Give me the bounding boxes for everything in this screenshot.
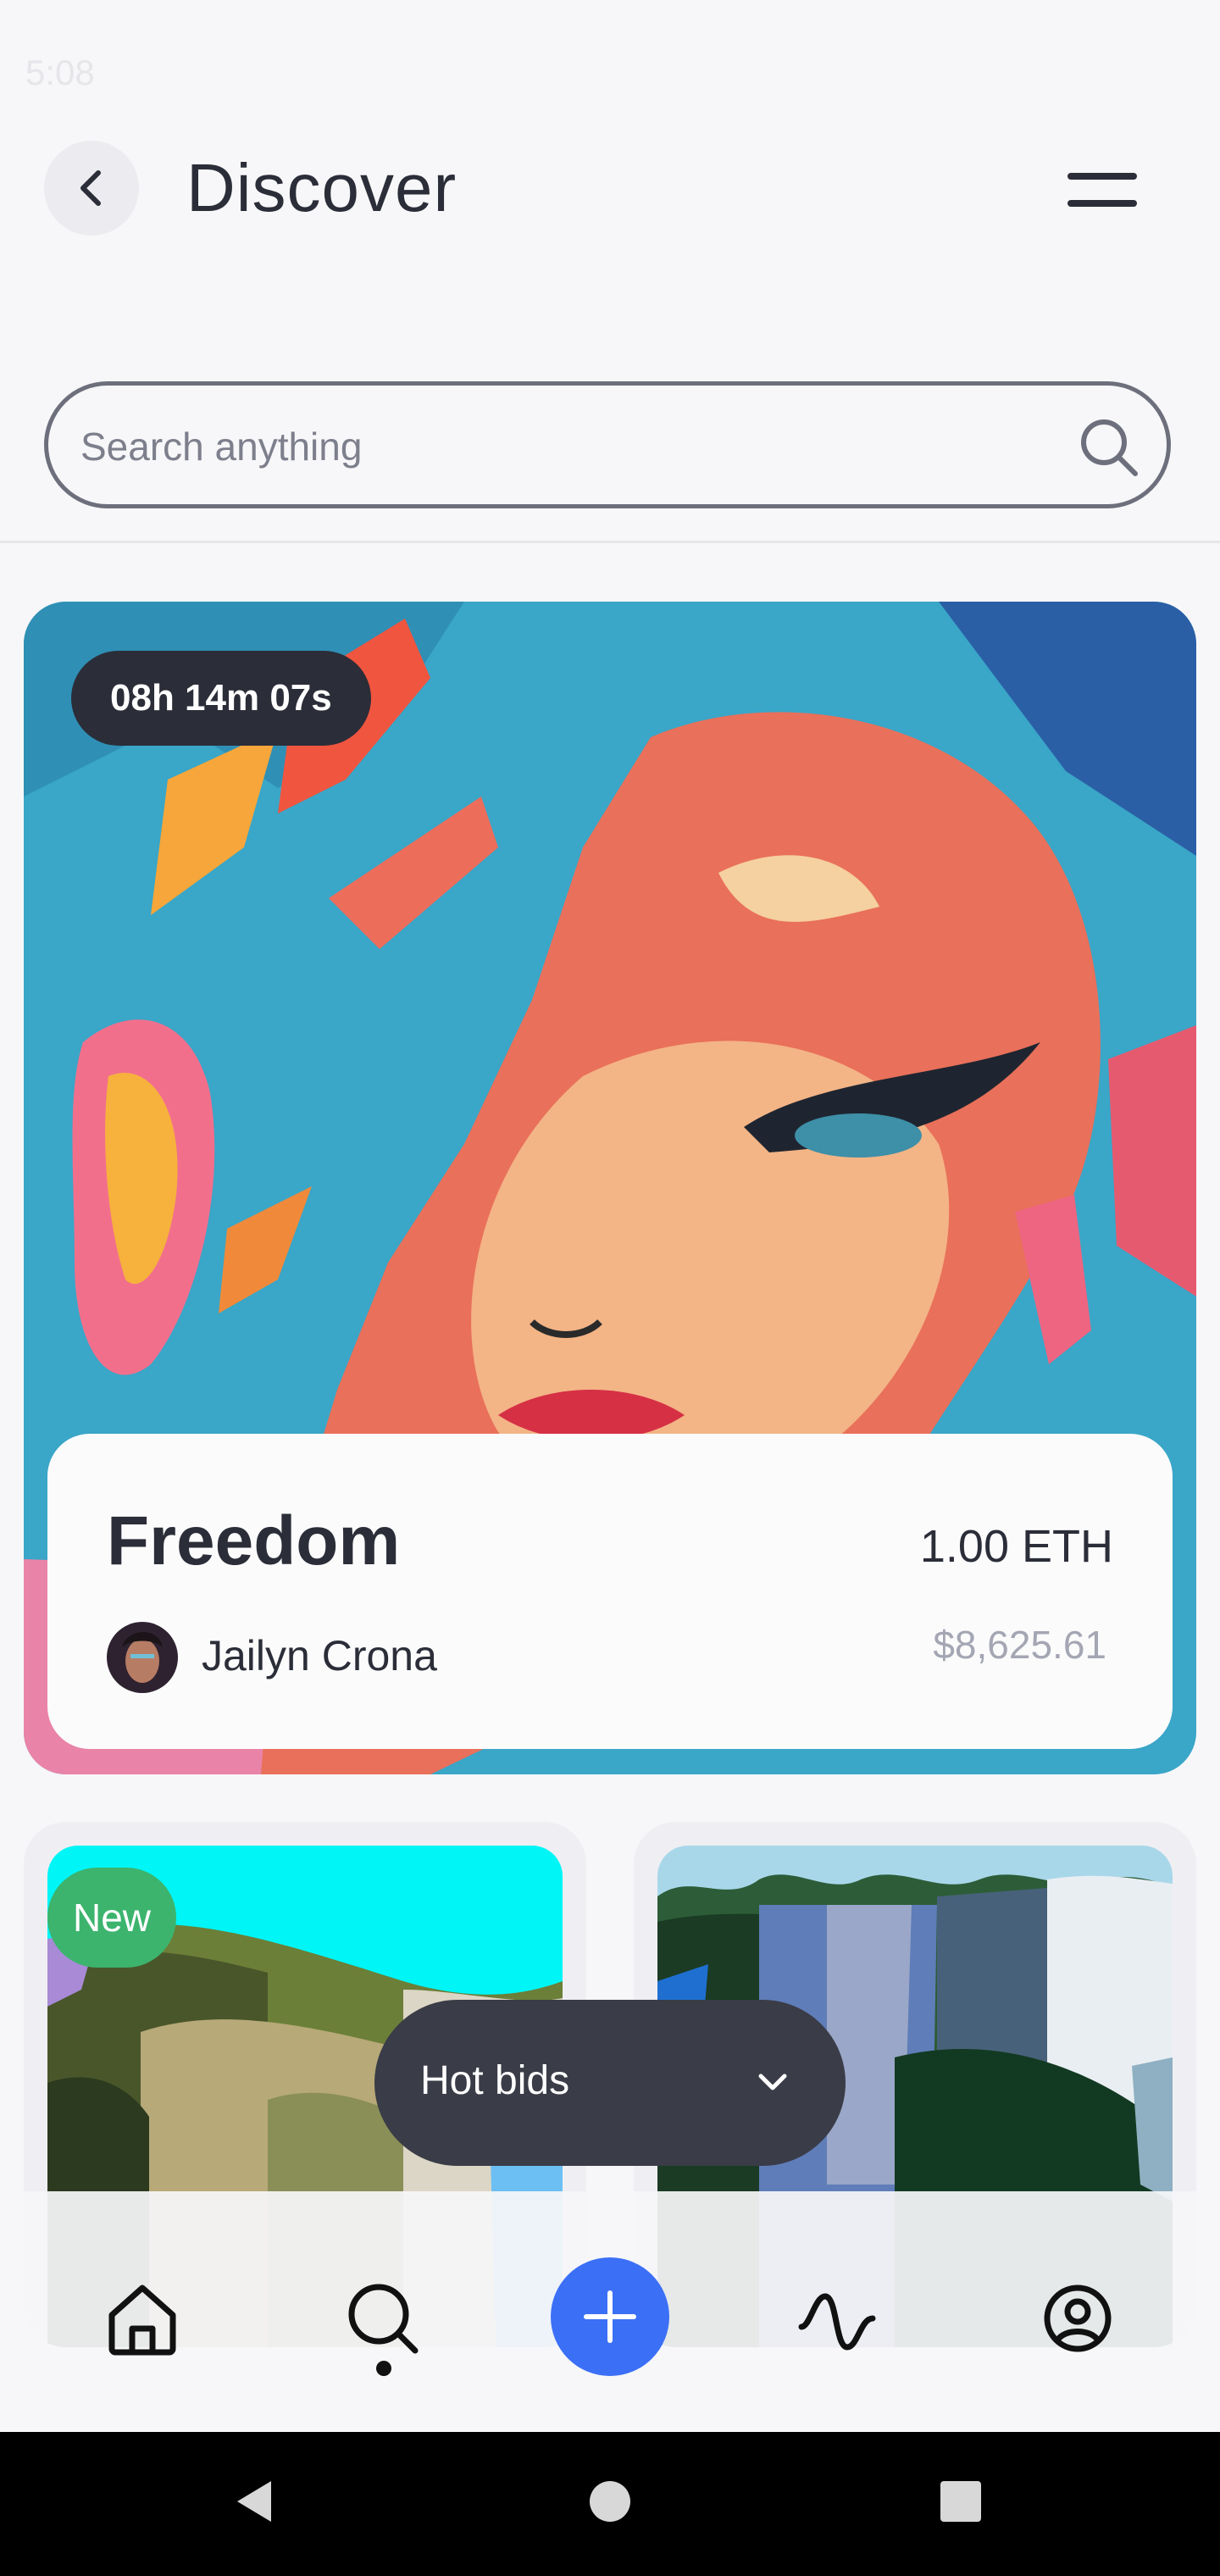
new-badge: New	[47, 1868, 177, 1968]
search-icon	[348, 2284, 419, 2354]
nav-activity[interactable]	[795, 2276, 879, 2361]
creator-name[interactable]: Jailyn Crona	[202, 1631, 437, 1680]
system-back-icon[interactable]	[229, 2476, 280, 2527]
featured-artwork-card[interactable]: 08h 14m 07s Freedom Jailyn Crona 1.00 ET…	[24, 602, 1196, 1774]
price-eth: 1.00 ETH	[919, 1521, 1113, 1572]
nav-create-button[interactable]	[551, 2257, 669, 2376]
active-indicator	[376, 2361, 391, 2376]
nav-home[interactable]	[100, 2276, 185, 2361]
search-bar[interactable]	[44, 381, 1171, 508]
artwork-title: Freedom	[107, 1502, 401, 1579]
sort-filter-dropdown[interactable]: Hot bids	[374, 2000, 846, 2166]
chevron-left-icon	[80, 170, 101, 206]
status-time: 5:08	[25, 53, 95, 92]
system-home-icon[interactable]	[585, 2476, 635, 2527]
nav-profile[interactable]	[1035, 2276, 1120, 2361]
back-button[interactable]	[44, 141, 139, 236]
nav-search[interactable]	[341, 2276, 425, 2361]
hamburger-menu-icon	[1068, 173, 1137, 207]
chevron-down-icon	[758, 2074, 787, 2090]
home-icon	[108, 2285, 176, 2356]
filter-label: Hot bids	[420, 2058, 570, 2103]
menu-button[interactable]	[1056, 156, 1149, 224]
page-title: Discover	[186, 150, 458, 225]
status-bar: 5:08	[0, 0, 1220, 144]
profile-icon	[1044, 2285, 1112, 2352]
artwork-info-panel: Freedom Jailyn Crona 1.00 ETH $8,625.61	[47, 1434, 1173, 1749]
system-recents-icon[interactable]	[935, 2476, 986, 2527]
activity-icon	[798, 2293, 876, 2351]
auction-timer-badge: 08h 14m 07s	[71, 651, 371, 746]
price-usd: $8,625.61	[933, 1623, 1106, 1667]
system-navigation-bar	[0, 2432, 1220, 2576]
divider	[0, 541, 1220, 543]
creator-avatar[interactable]	[107, 1622, 178, 1693]
search-icon[interactable]	[1078, 416, 1140, 479]
plus-icon	[584, 2290, 636, 2343]
bottom-navigation	[0, 2191, 1220, 2432]
search-input[interactable]	[79, 408, 1014, 486]
